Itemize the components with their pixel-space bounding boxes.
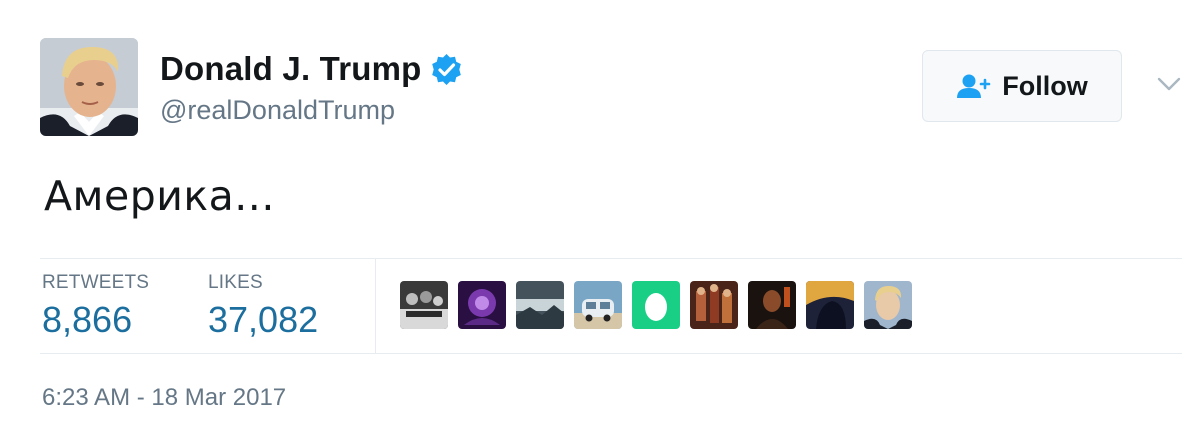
tweet-timestamp[interactable]: 6:23 AM - 18 Mar 2017	[42, 384, 286, 412]
add-person-icon	[956, 73, 992, 99]
likes-count: 37,082	[208, 299, 319, 340]
liker-avatar-2[interactable]	[458, 281, 506, 329]
author-avatar[interactable]	[40, 38, 138, 136]
stats-vertical-divider	[375, 258, 376, 353]
more-options-chevron-icon[interactable]	[1156, 74, 1182, 94]
group-photo-avatar-icon	[400, 281, 448, 329]
retweets-count: 8,866	[42, 299, 133, 340]
vehicle-avatar-icon	[574, 281, 622, 329]
liker-avatars	[400, 281, 912, 329]
liker-avatar-5[interactable]	[632, 281, 680, 329]
purple-art-avatar-icon	[458, 281, 506, 329]
stats-bottom-divider	[40, 353, 1182, 354]
liker-avatar-7[interactable]	[748, 281, 796, 329]
tweet-text: Америка...	[44, 172, 275, 220]
follow-button-label: Follow	[1002, 70, 1088, 101]
liker-avatar-1[interactable]	[400, 281, 448, 329]
silhouette-avatar-icon	[806, 281, 854, 329]
likes-label: LIKES	[208, 272, 263, 293]
likes-stat[interactable]: LIKES 37,082	[208, 272, 318, 341]
author-name-row: Donald J. Trump	[160, 50, 463, 88]
liker-avatar-6[interactable]	[690, 281, 738, 329]
retweets-stat[interactable]: RETWEETS 8,866	[42, 272, 149, 341]
landscape-avatar-icon	[516, 281, 564, 329]
author-handle[interactable]: @realDonaldTrump	[160, 95, 395, 126]
person-portrait-icon	[40, 38, 138, 136]
follow-button[interactable]: Follow	[922, 50, 1122, 122]
retweets-label: RETWEETS	[42, 272, 150, 293]
default-egg-avatar-icon	[632, 281, 680, 329]
person-portrait-avatar-icon	[864, 281, 912, 329]
author-display-name[interactable]: Donald J. Trump	[160, 50, 422, 88]
dark-portrait-avatar-icon	[748, 281, 796, 329]
liker-avatar-8[interactable]	[806, 281, 854, 329]
verified-badge-icon	[430, 53, 463, 86]
liker-avatar-3[interactable]	[516, 281, 564, 329]
stats-top-divider	[40, 258, 1182, 259]
liker-avatar-4[interactable]	[574, 281, 622, 329]
painting-avatar-icon	[690, 281, 738, 329]
liker-avatar-9[interactable]	[864, 281, 912, 329]
tweet-card: Donald J. Trump @realDonaldTrump Follow …	[0, 0, 1200, 436]
